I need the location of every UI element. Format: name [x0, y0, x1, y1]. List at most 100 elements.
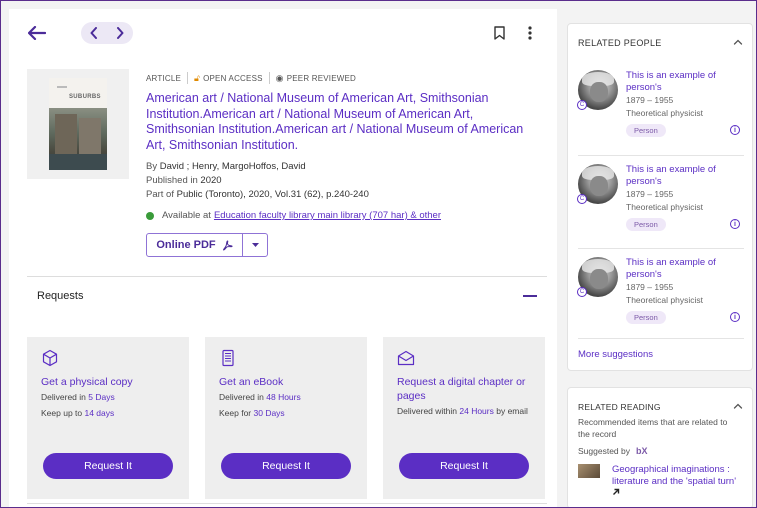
loan-period: Keep for 30 Days: [219, 407, 355, 419]
reading-title-text: Geographical imaginations : literature a…: [612, 464, 737, 487]
related-reading-description: Recommended items that are related to th…: [578, 417, 728, 439]
person-years: 1879 – 1955: [626, 189, 674, 199]
more-suggestions-link[interactable]: More suggestions: [578, 349, 653, 360]
section-divider: [27, 503, 547, 504]
record-part-of: Part of Public (Toronto), 2020, Vol.31 (…: [146, 189, 369, 200]
request-physical-button[interactable]: Request It: [43, 453, 173, 479]
delivery-value: 48 Hours: [266, 392, 301, 402]
cover-water: [49, 154, 107, 170]
record-type: ARTICLE: [146, 73, 182, 83]
cover-small-mark: [57, 86, 67, 88]
person-divider: [578, 248, 744, 249]
request-card-title: Get a physical copy: [41, 376, 133, 388]
pdf-options-dropdown[interactable]: [243, 234, 267, 256]
authors-value[interactable]: David ; Henry, MargoHoffos, David: [160, 161, 306, 172]
person-divider: [578, 155, 744, 156]
loan-period: Keep up to 14 days: [41, 407, 177, 419]
partof-value: Public (Toronto), 2020, Vol.31 (62), p.2…: [176, 189, 369, 200]
person-name[interactable]: This is an example of person's: [626, 257, 736, 280]
chevron-right-icon: [117, 27, 124, 39]
record-panel: SUBURBS ARTICLE 🔓︎ OPEN ACCESS ◉ PEER RE…: [9, 9, 557, 507]
suggested-by: Suggested by bX: [578, 446, 648, 456]
person-card: C This is an example of person's 1879 – …: [577, 164, 746, 250]
cover-building-left: [55, 114, 77, 154]
request-card-title: Get an eBook: [219, 376, 284, 388]
availability-status-dot: [146, 211, 154, 220]
reading-title[interactable]: Geographical imaginations : literature a…: [612, 464, 742, 500]
person-occupation: Theoretical physicist: [626, 295, 704, 305]
request-card-digital: Request a digital chapter or pages Deliv…: [383, 337, 545, 499]
envelope-icon: [397, 350, 415, 366]
person-name[interactable]: This is an example of person's: [626, 70, 736, 93]
caret-down-icon: [251, 243, 259, 247]
request-card-title: Request a digital chapter or pages: [397, 376, 526, 402]
request-digital-button[interactable]: Request It: [399, 453, 529, 479]
person-name[interactable]: This is an example of person's: [626, 164, 736, 187]
delivery-value: 5 Days: [88, 392, 115, 402]
person-badge-icon: C: [577, 194, 587, 204]
online-pdf-label: Online PDF: [156, 239, 216, 251]
suggested-by-label: Suggested by: [578, 446, 630, 456]
cover-thumbnail[interactable]: SUBURBS: [27, 69, 129, 179]
delivery-time: Delivered in 5 Days: [41, 391, 177, 403]
availability-link[interactable]: Education faculty library main library (…: [214, 210, 441, 221]
delivery-label: Delivered within: [397, 406, 460, 416]
person-card: C This is an example of person's 1879 – …: [577, 257, 746, 343]
availability-line: Available at Education faculty library m…: [146, 210, 441, 221]
info-icon[interactable]: i: [730, 312, 740, 322]
person-badge-icon: C: [577, 100, 587, 110]
pdf-icon: [222, 239, 233, 251]
delivery-label: Delivered in: [219, 392, 267, 402]
delivery-suffix: by email: [493, 406, 528, 416]
online-pdf-control: Online PDF: [146, 233, 268, 257]
bx-logo: bX: [635, 446, 648, 456]
person-card: C This is an example of person's 1879 – …: [577, 70, 746, 156]
app-frame: SUBURBS ARTICLE 🔓︎ OPEN ACCESS ◉ PEER RE…: [0, 0, 757, 508]
chevron-up-icon[interactable]: [732, 36, 744, 48]
next-record-button[interactable]: [107, 22, 133, 44]
peer-reviewed-icon: ◉: [275, 72, 284, 83]
person-type-badge: Person: [626, 218, 666, 231]
back-button[interactable]: [27, 23, 47, 43]
record-published: Published in 2020: [146, 175, 222, 186]
external-link-icon: [613, 488, 620, 495]
related-reading-heading: RELATED READING: [578, 402, 661, 412]
more-options-button[interactable]: [524, 24, 536, 42]
tag-separator: [268, 72, 270, 84]
bookmark-button[interactable]: [491, 24, 507, 42]
cube-icon: [42, 349, 58, 367]
record-toolbar: [9, 9, 557, 57]
loan-label: Keep up to: [41, 408, 85, 418]
record-tags: ARTICLE 🔓︎ OPEN ACCESS ◉ PEER REVIEWED: [146, 71, 356, 85]
request-card-physical: Get a physical copy Delivered in 5 Days …: [27, 337, 189, 499]
kebab-menu-icon: [528, 26, 532, 40]
cover-title: SUBURBS: [69, 94, 101, 100]
loan-value: 30 Days: [253, 408, 285, 418]
reading-thumbnail: [578, 464, 600, 478]
cover-building-right: [79, 118, 101, 154]
open-access-icon: 🔓︎: [194, 72, 201, 83]
info-icon[interactable]: i: [730, 219, 740, 229]
person-divider: [578, 338, 744, 339]
section-divider: [27, 276, 547, 277]
chevron-up-icon[interactable]: [732, 400, 744, 412]
online-pdf-button[interactable]: Online PDF: [147, 234, 243, 256]
ebook-icon: [222, 349, 234, 367]
related-reading-item[interactable]: Geographical imaginations : literature a…: [578, 464, 748, 507]
request-ebook-button[interactable]: Request It: [221, 453, 351, 479]
avatar-face: [590, 176, 608, 196]
info-icon[interactable]: i: [730, 125, 740, 135]
peer-reviewed-label: PEER REVIEWED: [286, 73, 356, 83]
related-people-heading: RELATED PEOPLE: [578, 38, 662, 48]
person-badge-icon: C: [577, 287, 587, 297]
by-label: By: [146, 161, 158, 172]
delivery-time: Delivered in 48 Hours: [219, 391, 355, 403]
available-label: Available at: [162, 210, 211, 221]
collapse-requests-button[interactable]: [523, 295, 537, 297]
record-pager: [81, 22, 133, 44]
delivery-time: Delivered within 24 Hours by email: [397, 405, 533, 417]
arrow-left-icon: [28, 26, 46, 40]
record-title[interactable]: American art / National Museum of Americ…: [146, 91, 541, 153]
person-occupation: Theoretical physicist: [626, 202, 704, 212]
previous-record-button[interactable]: [81, 22, 107, 44]
